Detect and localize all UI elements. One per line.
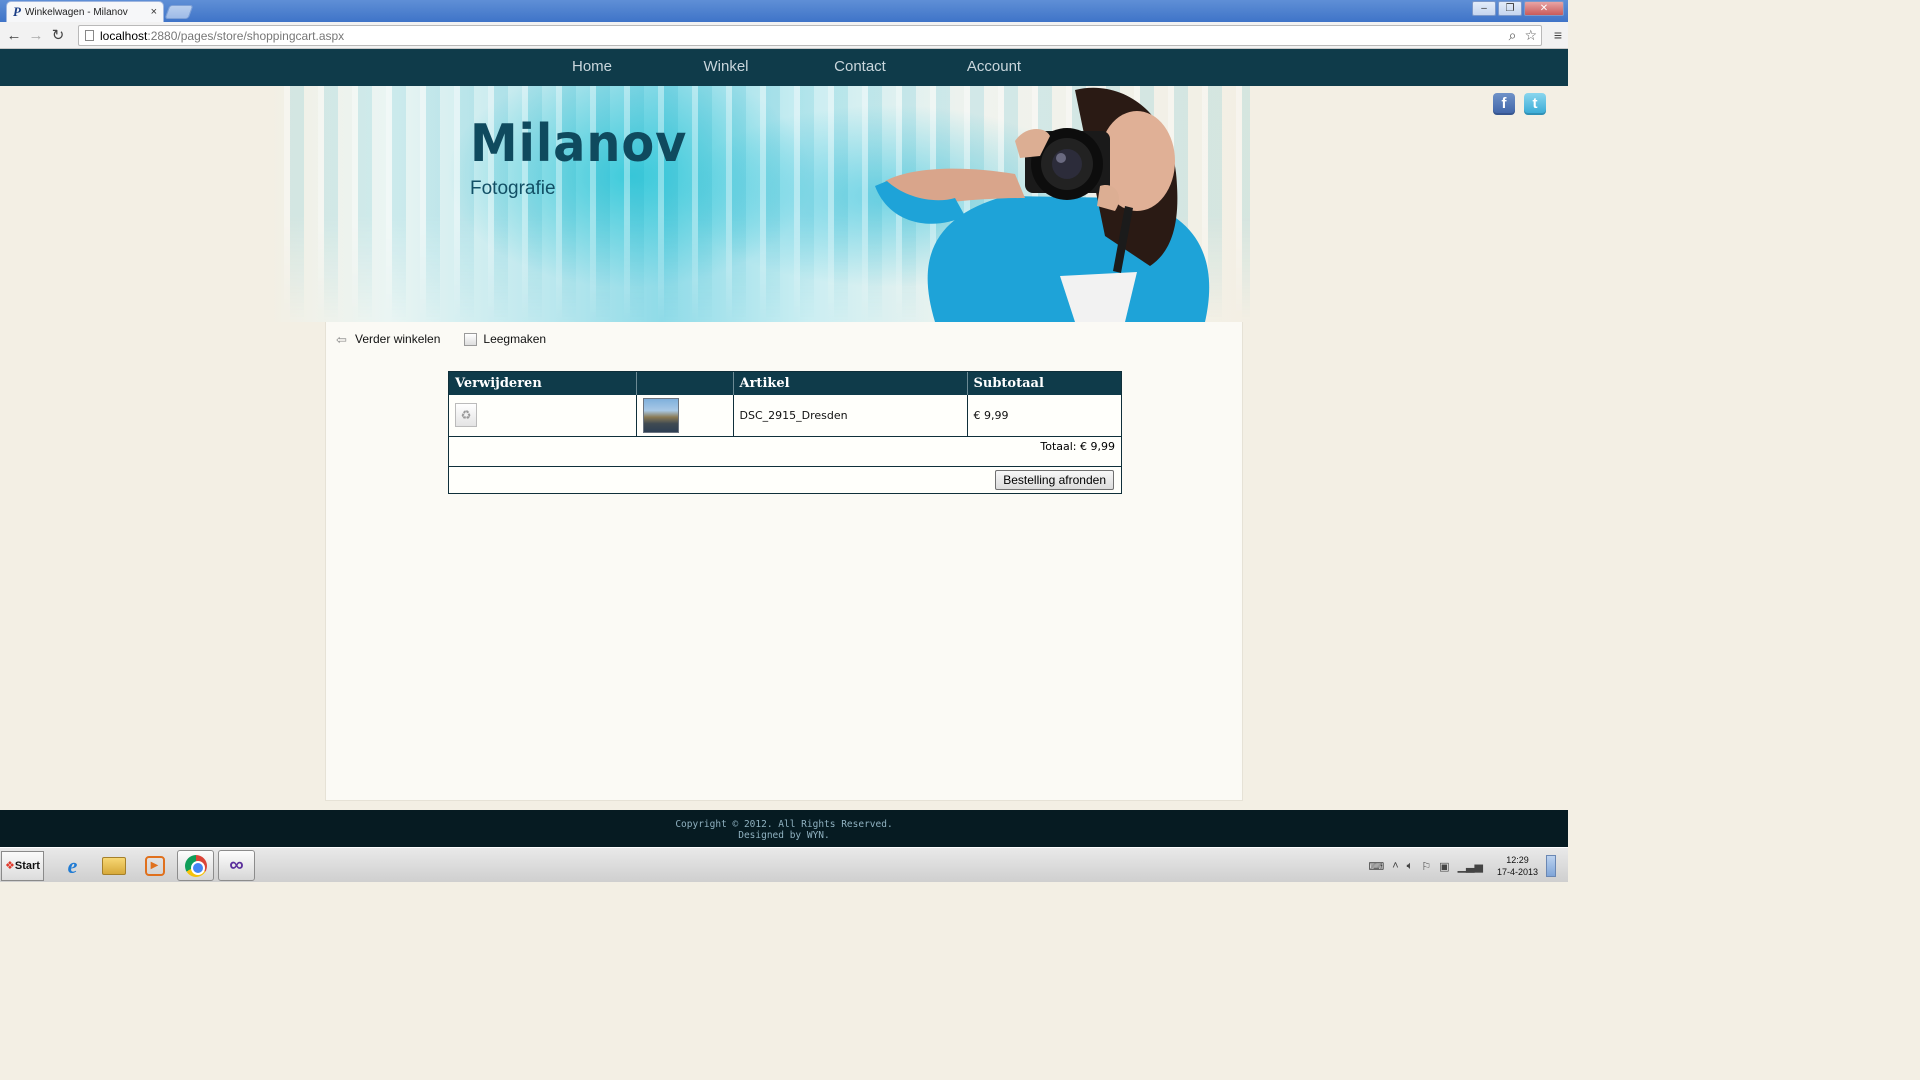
cart-row: ♻ DSC_2915_Dresden € 9,99 [449, 395, 1121, 437]
network-signal-icon[interactable]: ▁▃▅ [1458, 860, 1483, 873]
restore-button[interactable]: ❐ [1498, 1, 1522, 16]
copyright-text: Copyright © 2012. All Rights Reserved. [675, 819, 893, 830]
tab-title: Winkelwagen - Milanov [24, 6, 128, 18]
power-icon[interactable]: ▣ [1439, 860, 1449, 873]
continue-shopping-link[interactable]: ⇦ Verder winkelen [336, 332, 440, 346]
photographer-image [875, 87, 1210, 322]
system-tray: ⌨ ˄ 🔈︎ ⚐ ▣ ▁▃▅ 12:29 17-4-2013 [1368, 854, 1556, 878]
back-icon[interactable]: ← [3, 27, 25, 44]
browser-tab[interactable]: P Winkelwagen - Milanov × [6, 1, 164, 22]
photo-thumbnail[interactable] [642, 397, 679, 433]
back-arrow-icon: ⇦ [336, 331, 347, 347]
cart-total: Totaal: € 9,99 [449, 437, 1121, 467]
file-explorer-icon[interactable] [95, 850, 132, 881]
minimize-button[interactable]: – [1472, 1, 1496, 16]
browser-titlebar: P Winkelwagen - Milanov × – ❐ ✕ [0, 0, 1568, 22]
facebook-icon[interactable]: f [1493, 93, 1515, 115]
clock-time: 12:29 [1506, 855, 1529, 865]
forward-icon[interactable]: → [25, 27, 47, 44]
zoom-icon[interactable]: ⌕ [1509, 27, 1517, 44]
column-header-remove: Verwijderen [449, 372, 637, 395]
start-label: Start [14, 860, 40, 872]
media-player-icon[interactable]: ▶ [136, 850, 173, 881]
nav-winkel[interactable]: Winkel [659, 49, 793, 86]
page-icon [85, 30, 94, 41]
checkout-button[interactable]: Bestelling afronden [995, 469, 1114, 490]
tab-close-icon[interactable]: × [151, 6, 157, 18]
new-tab-button[interactable] [164, 5, 194, 19]
taskbar-apps: e ▶ ∞ [54, 850, 255, 881]
brand-subtitle: Fotografie [470, 178, 556, 199]
nav-account[interactable]: Account [927, 49, 1061, 86]
social-links: f t [1493, 93, 1546, 115]
action-center-flag-icon[interactable]: ⚐ [1421, 860, 1431, 873]
subtotal-cell: € 9,99 [967, 395, 1121, 437]
column-header-subtotal: Subtotaal [967, 372, 1121, 395]
volume-icon[interactable]: 🔈︎ [1407, 860, 1414, 873]
designed-by-text: Designed by WYN. [738, 830, 830, 841]
close-window-button[interactable]: ✕ [1524, 1, 1564, 16]
document-icon [464, 332, 478, 346]
twitter-icon[interactable]: t [1524, 93, 1546, 115]
thumbnail-cell [636, 395, 734, 437]
nav-contact[interactable]: Contact [793, 49, 927, 86]
browser-toolbar: ← → ↻ localhost :2880/pages/store/shoppi… [0, 22, 1568, 49]
address-bar[interactable]: localhost :2880/pages/store/shoppingcart… [78, 25, 1542, 46]
recycle-bin-icon[interactable]: ♻ [455, 403, 477, 428]
visual-studio-icon[interactable]: ∞ [218, 850, 255, 881]
paypal-favicon-icon: P [13, 4, 21, 19]
tray-expand-icon[interactable]: ˄ [1392, 860, 1398, 872]
nav-home[interactable]: Home [525, 49, 659, 86]
windows-flag-icon: ❖ [5, 860, 15, 872]
site-nav: Home Winkel Contact Account [0, 49, 1568, 86]
start-button[interactable]: ❖Start [1, 851, 44, 881]
taskbar-clock[interactable]: 12:29 17-4-2013 [1497, 854, 1538, 878]
main-content: ⇦ Verder winkelen Leegmaken Verwijderen … [325, 322, 1243, 801]
cart-header-row: Verwijderen Artikel Subtotaal [449, 372, 1121, 395]
chrome-menu-icon[interactable]: ≡ [1554, 27, 1562, 43]
checkout-row: Bestelling afronden [449, 467, 1121, 493]
cart-actions: ⇦ Verder winkelen Leegmaken [336, 332, 546, 346]
url-host: localhost [100, 28, 148, 43]
reload-icon[interactable]: ↻ [47, 26, 69, 44]
bookmark-star-icon[interactable]: ☆ [1524, 27, 1537, 44]
site-footer: Copyright © 2012. All Rights Reserved. D… [0, 810, 1568, 847]
column-header-thumbnail [636, 372, 734, 395]
windows-taskbar: ❖Start e ▶ ∞ ⌨ ˄ 🔈︎ ⚐ ▣ ▁▃▅ 12:29 17-4-2… [0, 847, 1568, 882]
remove-cell: ♻ [449, 395, 637, 437]
article-cell: DSC_2915_Dresden [733, 395, 968, 437]
url-path: :2880/pages/store/shoppingcart.aspx [147, 28, 345, 43]
show-desktop-button[interactable] [1546, 855, 1556, 877]
cart-table: Verwijderen Artikel Subtotaal ♻ DSC_2915… [448, 371, 1122, 494]
window-controls: – ❐ ✕ [1472, 1, 1564, 16]
internet-explorer-icon[interactable]: e [54, 850, 91, 881]
keyboard-icon[interactable]: ⌨ [1368, 860, 1384, 873]
chrome-icon[interactable] [177, 850, 214, 881]
empty-cart-label: Leegmaken [483, 332, 547, 346]
header-banner: Milanov Fotografie [270, 86, 1250, 322]
continue-shopping-label: Verder winkelen [355, 332, 441, 346]
brand-title: Milanov [470, 114, 688, 174]
column-header-article: Artikel [733, 372, 968, 395]
clock-date: 17-4-2013 [1496, 867, 1538, 877]
empty-cart-link[interactable]: Leegmaken [464, 332, 546, 346]
